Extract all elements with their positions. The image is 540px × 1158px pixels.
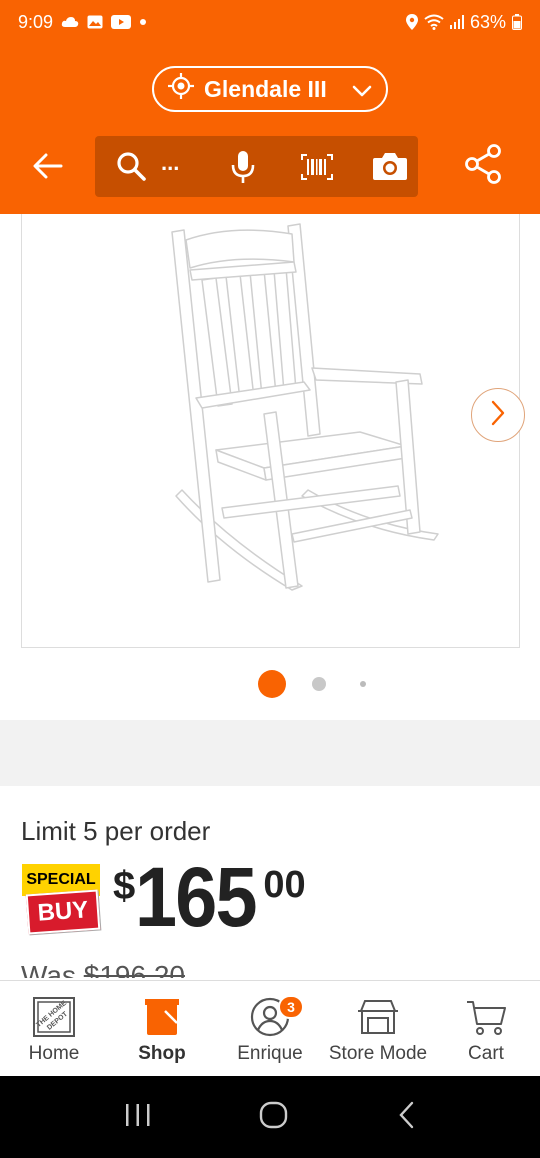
notification-badge: 3 (278, 995, 304, 1019)
share-icon (464, 143, 502, 190)
was-amount: $196.20 (83, 960, 185, 978)
nav-home[interactable]: THE HOME DEPOT Home (0, 981, 108, 1076)
youtube-icon (111, 15, 132, 29)
shop-bucket-icon (143, 997, 181, 1037)
carousel-next-button[interactable] (471, 388, 525, 442)
share-button[interactable] (462, 143, 504, 190)
nav-shop-label: Shop (138, 1043, 186, 1064)
home-icon[interactable] (259, 1100, 289, 1135)
nav-cart[interactable]: Cart (432, 981, 540, 1076)
nav-home-label: Home (28, 1043, 80, 1064)
home-depot-logo-icon: THE HOME DEPOT (33, 997, 75, 1037)
section-divider (0, 720, 540, 786)
chevron-down-icon (352, 76, 372, 103)
barcode-icon[interactable] (301, 154, 333, 185)
price-dollars: 165 (135, 850, 258, 944)
battery-percent: 63% (469, 11, 506, 32)
carousel-dot-1[interactable] (258, 670, 286, 698)
badge-buy: BUY (25, 889, 101, 935)
search-icon[interactable] (115, 150, 147, 187)
dot-icon (139, 18, 147, 26)
product-image-frame[interactable] (21, 214, 525, 648)
location-target-icon (168, 73, 194, 105)
carousel-dots (0, 670, 540, 700)
microphone-icon[interactable] (229, 150, 257, 189)
product-image (171, 223, 439, 591)
search-bar[interactable]: ... (95, 136, 418, 197)
wifi-icon (424, 14, 444, 30)
nav-profile[interactable]: 3 Enrique (216, 981, 324, 1076)
status-bar: 9:09 63% (0, 0, 540, 44)
cart-icon (465, 997, 507, 1037)
recent-apps-icon[interactable] (124, 1102, 152, 1133)
purchase-limit-text: Limit 5 per order (21, 816, 211, 846)
chevron-right-icon (490, 400, 506, 431)
nav-cart-label: Cart (468, 1043, 504, 1064)
was-price: Was $196.20 (21, 960, 185, 978)
nav-shop[interactable]: Shop (108, 981, 216, 1076)
back-arrow-icon (33, 153, 63, 184)
status-time: 9:09 (18, 11, 54, 32)
bottom-nav: THE HOME DEPOT Home Shop 3 Enrique Store … (0, 980, 540, 1076)
gallery-icon (87, 15, 103, 29)
back-button[interactable] (28, 148, 68, 188)
special-buy-badge: SPECIAL BUY (22, 864, 102, 936)
store-name: Glendale III (204, 75, 327, 102)
app-header: Glendale III ... (0, 44, 540, 214)
search-ellipsis: ... (161, 150, 180, 175)
camera-icon[interactable] (372, 151, 408, 186)
carousel-dot-2[interactable] (312, 677, 326, 691)
cloud-icon (61, 16, 79, 28)
price-cents: 00 (263, 864, 306, 906)
carousel-dot-3[interactable] (360, 681, 366, 687)
battery-icon (512, 14, 522, 30)
store-selector[interactable]: Glendale III (152, 66, 388, 112)
current-price: $ 165 00 (113, 852, 306, 942)
location-icon (405, 14, 418, 30)
system-nav-bar (0, 1076, 540, 1158)
price-section: Limit 5 per order SPECIAL BUY $ 165 00 W… (0, 786, 540, 978)
price-currency: $ (113, 864, 136, 908)
nav-profile-label: Enrique (237, 1043, 303, 1064)
nav-store-mode-label: Store Mode (328, 1043, 428, 1064)
nav-store-mode[interactable]: Store Mode (324, 981, 432, 1076)
back-icon[interactable] (396, 1100, 416, 1135)
product-gallery (0, 214, 540, 720)
store-icon (357, 997, 399, 1037)
signal-icon (449, 15, 464, 29)
was-label: Was (21, 960, 76, 978)
